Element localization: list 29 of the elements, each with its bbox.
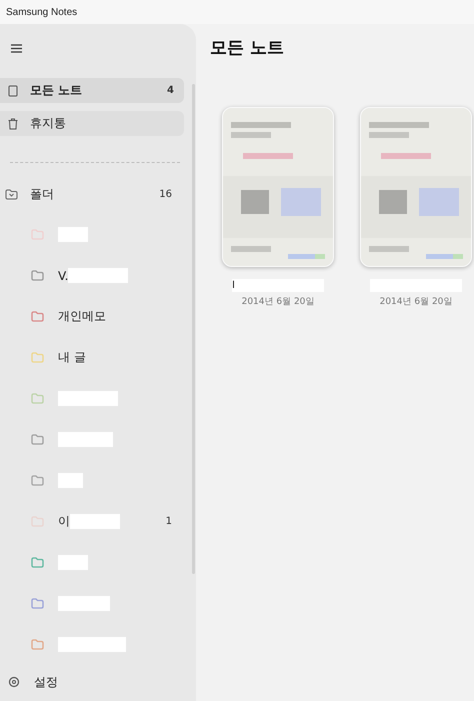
nav-item[interactable]: 모든 노트 4 (0, 78, 184, 103)
folder-icon (31, 598, 44, 609)
nav-item[interactable]: 휴지통 (0, 111, 184, 136)
page-title: 모든 노트 (210, 37, 285, 59)
settings-icon (8, 676, 20, 688)
folder-icon (31, 475, 44, 486)
folder-icon (31, 393, 44, 404)
folder-icon (31, 311, 44, 322)
settings-button[interactable]: 설정 (0, 671, 196, 693)
note-date: 2014년 6월 20일 (242, 296, 314, 308)
folder-icon (31, 639, 44, 650)
trash-icon (8, 118, 18, 130)
folder-icon (31, 270, 44, 281)
folder-icon (31, 516, 44, 527)
menu-icon (10, 44, 22, 52)
folder-item[interactable]: V. (0, 255, 188, 296)
window-title: Samsung Notes (6, 6, 78, 18)
folders-header[interactable]: 폴더 16 (0, 181, 188, 207)
folder-icon (31, 434, 44, 445)
note-title[interactable]: I (232, 279, 324, 292)
note-icon (8, 84, 18, 96)
folder-item[interactable]: 개인메모 (0, 296, 188, 337)
folder-icon (31, 352, 44, 363)
folder-icon (5, 188, 18, 200)
folder-item[interactable]: 이 1 (0, 501, 188, 542)
folder-icon (31, 557, 44, 568)
folder-icon (31, 229, 44, 240)
folder-item[interactable]: 내 글 (0, 337, 188, 378)
note-date: 2014년 6월 20일 (380, 296, 452, 308)
